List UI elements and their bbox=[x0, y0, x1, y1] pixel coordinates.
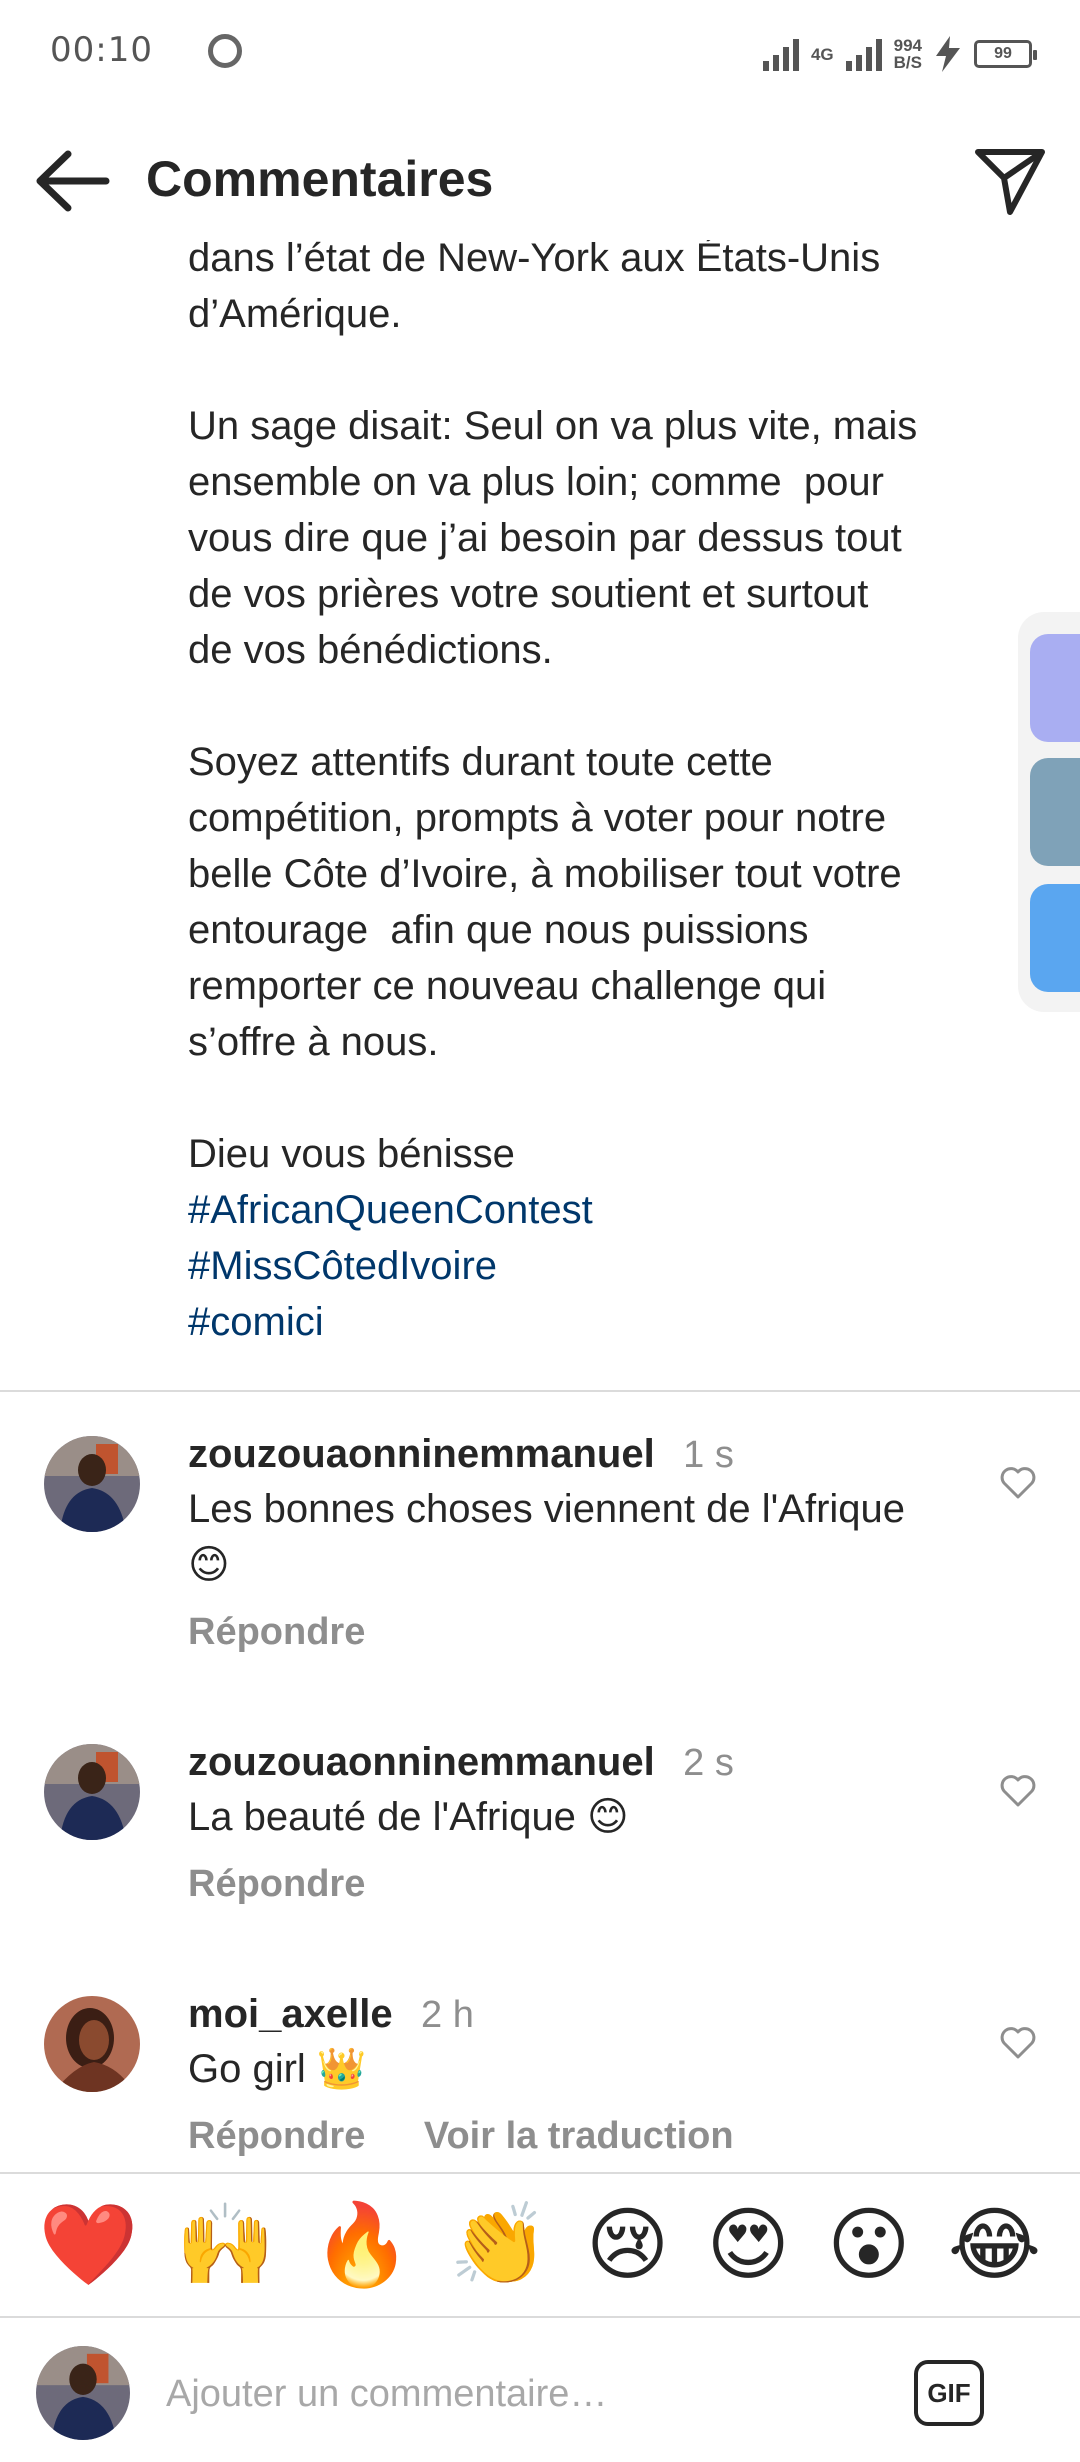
comment-body: zouzouaonninemmanuel 2 s La beauté de l'… bbox=[188, 1740, 968, 1906]
comment-time: 1 s bbox=[683, 1434, 734, 1476]
gif-button[interactable]: GIF bbox=[914, 2360, 984, 2426]
status-indicators: 4G 994 B/S 99 bbox=[762, 34, 1037, 74]
comment-text: Go girl 👑 bbox=[188, 2047, 367, 2091]
emoji-quick-bar: ❤️ 🙌 🔥 👏 😢 😍 😮 😂 bbox=[0, 2172, 1080, 2316]
reply-button[interactable]: Répondre bbox=[188, 1611, 365, 1653]
speed-value: 994 bbox=[893, 36, 922, 55]
comment-input-bar: GIF bbox=[0, 2316, 1080, 2462]
emoji-crying-button[interactable]: 😢 bbox=[586, 2200, 669, 2290]
comment-time: 2 s bbox=[683, 1742, 734, 1784]
status-time: 00:10 bbox=[50, 30, 153, 70]
emoji-fire-button[interactable]: 🔥 bbox=[312, 2200, 412, 2290]
caption-divider bbox=[0, 1390, 1080, 1392]
post-caption: dans l’état de New-York aux États-Unis d… bbox=[188, 230, 988, 1350]
hashtag-link[interactable]: #AfricanQueenContest bbox=[188, 1182, 988, 1238]
hashtag-link[interactable]: #MissCôtedIvoire bbox=[188, 1238, 988, 1294]
camera-dot-icon bbox=[208, 34, 242, 68]
avatar[interactable] bbox=[44, 1744, 140, 1840]
caption-paragraph-3: Soyez attentifs durant toute cette compé… bbox=[188, 740, 902, 1064]
like-heart-icon[interactable] bbox=[998, 1770, 1038, 1810]
caption-closing: Dieu vous bénisse bbox=[188, 1132, 515, 1176]
avatar[interactable] bbox=[44, 1436, 140, 1532]
comment-body: moi_axelle 2 h Go girl 👑 Répondre Voir l… bbox=[188, 1992, 968, 2158]
reply-button[interactable]: Répondre bbox=[188, 2115, 365, 2157]
battery-icon: 99 bbox=[974, 40, 1037, 68]
floating-side-dock[interactable] bbox=[1018, 612, 1080, 1012]
page-title: Commentaires bbox=[146, 151, 494, 207]
comment-username[interactable]: zouzouaonninemmanuel bbox=[188, 1740, 655, 1784]
app-bar: Commentaires bbox=[0, 120, 1080, 240]
comment-time: 2 h bbox=[421, 1994, 474, 2036]
comment-username[interactable]: moi_axelle bbox=[188, 1992, 393, 2036]
network-speed: 994 B/S bbox=[894, 37, 922, 71]
reply-button[interactable]: Répondre bbox=[188, 1863, 365, 1905]
comment-text: La beauté de l'Afrique 😊 bbox=[188, 1795, 629, 1839]
battery-level: 99 bbox=[994, 45, 1012, 62]
hashtag-link[interactable]: #comici bbox=[188, 1294, 988, 1350]
caption-paragraph-2: Un sage disait: Seul on va plus vite, ma… bbox=[188, 404, 918, 672]
emoji-raised-hands-button[interactable]: 🙌 bbox=[175, 2200, 275, 2290]
signal-icon bbox=[762, 37, 799, 71]
send-icon[interactable] bbox=[972, 144, 1048, 220]
comment-text: Les bonnes choses viennent de l'Afrique … bbox=[188, 1487, 906, 1587]
see-translation-button[interactable]: Voir la traduction bbox=[424, 2115, 734, 2157]
emoji-heart-button[interactable]: ❤️ bbox=[39, 2200, 139, 2290]
like-heart-icon[interactable] bbox=[998, 2022, 1038, 2062]
dock-translate-icon[interactable] bbox=[1030, 884, 1080, 992]
dock-app-icon[interactable] bbox=[1030, 634, 1080, 742]
network-type: 4G bbox=[810, 44, 834, 64]
comment-username[interactable]: zouzouaonninemmanuel bbox=[188, 1432, 655, 1476]
caption-text-top: dans l’état de New-York aux États-Unis d… bbox=[188, 236, 881, 336]
avatar[interactable] bbox=[44, 1996, 140, 2092]
signal-4g-icon bbox=[845, 37, 882, 71]
speed-unit: B/S bbox=[893, 53, 922, 72]
status-bar: 00:10 4G 994 B/S 99 bbox=[0, 0, 1080, 110]
charging-icon bbox=[936, 36, 960, 72]
emoji-clap-button[interactable]: 👏 bbox=[449, 2200, 549, 2290]
comment-input[interactable] bbox=[164, 2362, 868, 2426]
arrow-left-icon[interactable] bbox=[34, 146, 114, 216]
dock-app-icon[interactable] bbox=[1030, 758, 1080, 866]
emoji-surprised-button[interactable]: 😮 bbox=[827, 2200, 910, 2290]
emoji-heart-eyes-button[interactable]: 😍 bbox=[707, 2200, 790, 2290]
avatar bbox=[36, 2346, 130, 2440]
emoji-laughing-button[interactable]: 😂 bbox=[948, 2200, 1041, 2290]
like-heart-icon[interactable] bbox=[998, 1462, 1038, 1502]
comment-body: zouzouaonninemmanuel 1 s Les bonnes chos… bbox=[188, 1432, 968, 1654]
